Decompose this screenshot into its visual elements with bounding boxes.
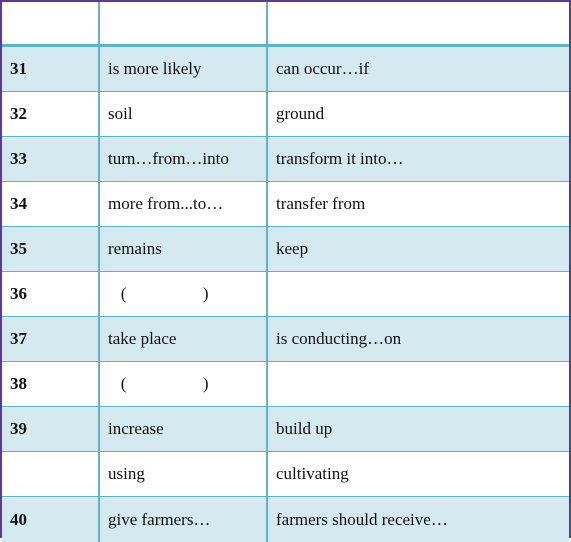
table-row: 39 increase build up [2,407,569,452]
paraphrase: ground [276,104,325,123]
paraphrase [268,272,569,316]
paraphrase: transform it into… [276,149,404,168]
row-number: 31 [2,47,100,91]
row-number: 33 [2,137,100,181]
row-number: 32 [2,92,100,136]
table-row: 40 give farmers… farmers should receive… [2,497,569,542]
original-phrase: increase [100,407,268,451]
header-cell-original [100,2,268,44]
table-row: using cultivating [2,452,569,497]
table-row: 32 soil ground [2,92,569,137]
paraphrase: keep [276,239,309,258]
paraphrase: transfer from [276,194,366,213]
original-phrase: ( ) [100,272,268,316]
table-row: 35 remains keep [2,227,569,272]
original-phrase: take place [100,317,268,361]
table-row: 34 more from...to… transfer from [2,182,569,227]
original-phrase: using [100,452,268,496]
row-number: 39 [2,407,100,451]
vocabulary-table: 31 is more likely can occur…if 32 soil g… [0,0,571,542]
paraphrase: cultivating [276,464,349,483]
row-number: 35 [2,227,100,271]
row-number: 37 [2,317,100,361]
table-row: 36 ( ) [2,272,569,317]
original-phrase: more from...to… [100,182,268,226]
row-number: 38 [2,362,100,406]
original-phrase: turn…from…into [100,137,268,181]
table-header-row [2,2,569,47]
header-cell-paraphrase [268,2,569,44]
table-row: 31 is more likely can occur…if [2,47,569,92]
paraphrase: farmers should receive… [276,509,448,529]
row-number: 36 [2,272,100,316]
table-row: 33 turn…from…into transform it into… [2,137,569,182]
original-phrase: soil [100,92,268,136]
original-phrase: is more likely [100,47,268,91]
original-phrase: ( ) [100,362,268,406]
paraphrase: build up [276,419,333,438]
row-number [2,452,100,496]
paraphrase [268,362,569,406]
table-row: 37 take place is conducting…on [2,317,569,362]
row-number: 40 [2,497,100,542]
table-row: 38 ( ) [2,362,569,407]
paraphrase: can occur…if [276,59,369,78]
paraphrase: is conducting…on [276,329,402,348]
header-cell-number [2,2,100,44]
original-phrase: remains [100,227,268,271]
row-number: 34 [2,182,100,226]
original-phrase: give farmers… [100,497,268,542]
